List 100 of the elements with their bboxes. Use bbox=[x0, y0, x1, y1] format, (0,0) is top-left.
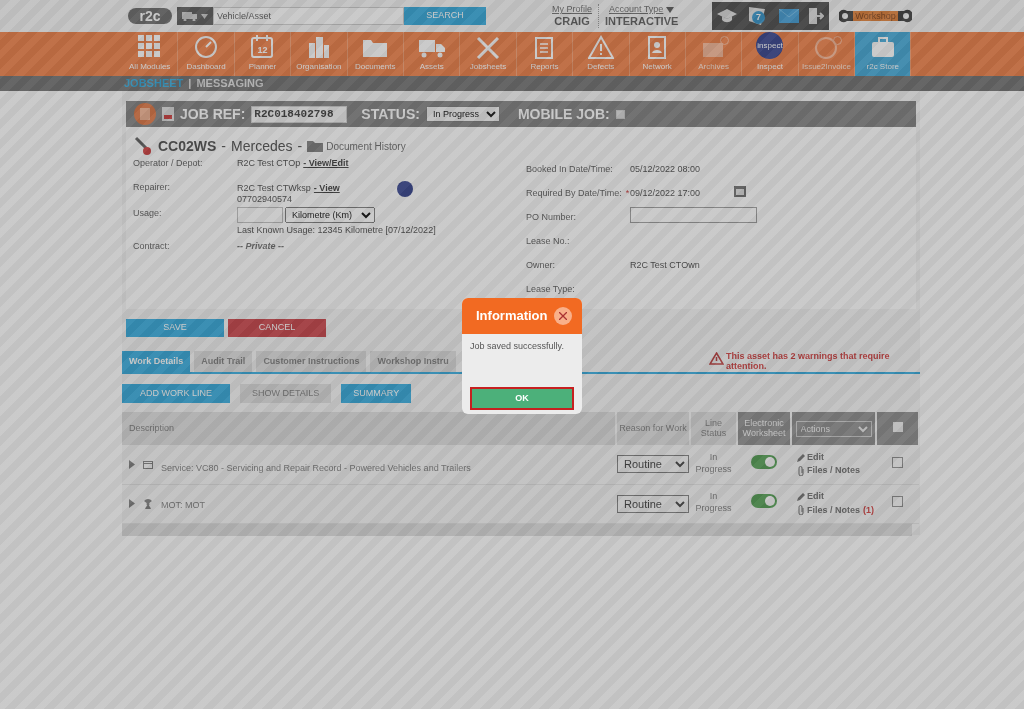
vehicle-make: Mercedes bbox=[231, 136, 293, 156]
document-history-link[interactable]: Document History bbox=[307, 138, 406, 154]
pencil-icon bbox=[797, 453, 805, 462]
close-icon bbox=[559, 312, 567, 320]
mobile-job-label: MOBILE JOB: bbox=[517, 104, 610, 124]
mobile-job-checkbox[interactable] bbox=[615, 109, 625, 119]
exit-door-icon bbox=[808, 7, 825, 25]
status-label: STATUS: bbox=[361, 104, 420, 124]
job-ref-label: JOB REF: bbox=[180, 104, 246, 124]
usage-note: Last Known Usage: 12345 Kilometre [07/12/2022] bbox=[237, 223, 436, 237]
caret-icon bbox=[201, 13, 208, 19]
worksheet-toggle[interactable] bbox=[751, 455, 777, 469]
field-label: Contract: bbox=[133, 239, 171, 253]
calendar-day: 12 bbox=[256, 45, 269, 55]
row-checkbox[interactable] bbox=[892, 495, 903, 507]
truck-icon bbox=[182, 11, 198, 21]
tab[interactable]: Customer Instructions bbox=[256, 351, 367, 372]
field-value: R2C Test CTOp bbox=[237, 157, 301, 170]
reason-dropdown[interactable]: Routine bbox=[617, 494, 689, 513]
subnav-link[interactable]: MESSAGING bbox=[196, 75, 264, 92]
field-label: Required By Date/Time: bbox=[526, 187, 622, 200]
search-field[interactable]: Vehicle/Asset bbox=[213, 7, 404, 25]
worksheet-toggle[interactable] bbox=[751, 494, 777, 509]
search-button[interactable]: SEARCH bbox=[404, 7, 486, 25]
field-label: PO Number: bbox=[526, 211, 576, 224]
summary-button[interactable]: SUMMARY bbox=[341, 384, 412, 403]
field-value: R2C Test CTWksp bbox=[237, 182, 311, 196]
notes-count: (1) bbox=[863, 503, 874, 517]
caret-icon bbox=[666, 6, 675, 13]
view-link[interactable]: - View bbox=[313, 182, 340, 196]
row-checkbox[interactable] bbox=[892, 456, 903, 468]
module-tab[interactable]: r2c Store bbox=[855, 32, 912, 76]
pencil-icon bbox=[797, 492, 805, 501]
tab[interactable]: Workshop Instru bbox=[370, 351, 456, 372]
save-button[interactable]: SAVE bbox=[126, 319, 224, 337]
column-header: Reason for Work bbox=[616, 412, 690, 445]
usage-field[interactable] bbox=[237, 206, 283, 223]
files-notes-link[interactable]: Files / Notes bbox=[797, 464, 860, 478]
field-value: R2C Test CTOwn bbox=[630, 259, 701, 272]
select-all-checkbox[interactable] bbox=[892, 422, 903, 433]
separator: - bbox=[221, 136, 227, 156]
field-value: 05/12/2022 08:00 bbox=[630, 163, 702, 176]
po-number-field[interactable] bbox=[630, 207, 757, 223]
show-details-button[interactable]: SHOW DETAILS bbox=[240, 384, 332, 403]
field-label: Operator / Depot: bbox=[133, 157, 204, 170]
status-dropdown[interactable]: In Progress bbox=[425, 106, 500, 122]
briefcase-icon bbox=[869, 35, 896, 59]
column-header: Electronic Worksheet bbox=[737, 412, 791, 445]
subnav-link[interactable]: JOBSHEET bbox=[124, 75, 184, 92]
paperclip-icon bbox=[797, 505, 805, 516]
field-label: Owner: bbox=[526, 259, 555, 272]
line-status: In Progress bbox=[694, 452, 733, 476]
calendar-icon bbox=[143, 459, 153, 469]
cancel-button[interactable]: CANCEL bbox=[228, 319, 326, 337]
warning-message: This asset has 2 warnings that require attention. bbox=[726, 351, 891, 372]
account-type-value: INTERACTIVE bbox=[605, 14, 679, 27]
vehicle-registration: CC02WS bbox=[158, 136, 217, 156]
add-work-line-button[interactable]: ADD WORK LINE bbox=[122, 384, 230, 403]
line-status: In Progress bbox=[694, 491, 733, 515]
edit-link[interactable]: Edit bbox=[797, 450, 876, 465]
actions-dropdown[interactable]: Actions bbox=[795, 420, 872, 437]
profile-link[interactable]: My Profile bbox=[552, 5, 592, 15]
expand-arrow-icon bbox=[129, 459, 135, 469]
work-line-description: Service: VC80 - Servicing and Repair Record - Powered Vehicles and Trailers bbox=[161, 461, 471, 475]
wrench-icon bbox=[133, 136, 153, 156]
tab[interactable]: Work Details bbox=[122, 351, 191, 372]
work-line-description: MOT: MOT bbox=[161, 498, 205, 512]
inspect-logo-icon: inspect bbox=[756, 32, 784, 59]
calendar-icon bbox=[249, 35, 276, 59]
asset-type-dropdown[interactable] bbox=[177, 7, 213, 25]
paperclip-icon bbox=[797, 466, 805, 476]
app-logo[interactable]: r2c bbox=[128, 8, 172, 24]
workshop-logo[interactable]: Workshop bbox=[839, 5, 916, 27]
field-label: Lease No.: bbox=[526, 235, 570, 248]
edit-link[interactable]: Edit bbox=[797, 490, 876, 504]
grid-icon bbox=[136, 35, 163, 59]
expand-arrow-icon bbox=[129, 499, 135, 508]
separator: - bbox=[297, 136, 303, 156]
field-value: -- Private -- bbox=[237, 239, 284, 253]
dialog-message: Job saved successfully. bbox=[469, 340, 565, 353]
nav-separator: | bbox=[188, 76, 192, 92]
close-button[interactable] bbox=[554, 307, 572, 325]
ok-button[interactable]: OK bbox=[472, 389, 572, 408]
tab[interactable]: Audit Trail bbox=[194, 351, 253, 372]
gauge-icon bbox=[193, 35, 220, 59]
column-header: Line Status bbox=[690, 412, 737, 445]
job-ref-field[interactable]: R2C018402798 bbox=[251, 105, 348, 123]
warning-icon bbox=[709, 351, 724, 365]
reason-dropdown[interactable]: Routine bbox=[617, 455, 689, 474]
account-type-link[interactable]: Account Type bbox=[609, 5, 664, 15]
calendar-icon bbox=[734, 184, 746, 197]
field-label: Lease Type: bbox=[526, 283, 575, 296]
mail-icon bbox=[778, 9, 799, 23]
field-label: Booked In Date/Time: bbox=[526, 163, 613, 176]
files-notes-link[interactable]: Files / Notes bbox=[797, 503, 860, 517]
unit-dropdown[interactable]: Kilometre (Km) bbox=[285, 206, 375, 223]
required-mark: * bbox=[625, 187, 630, 200]
graduation-cap-icon bbox=[717, 9, 738, 23]
field-label: Repairer: bbox=[133, 181, 171, 194]
view-link[interactable]: - View/Edit bbox=[303, 157, 349, 171]
